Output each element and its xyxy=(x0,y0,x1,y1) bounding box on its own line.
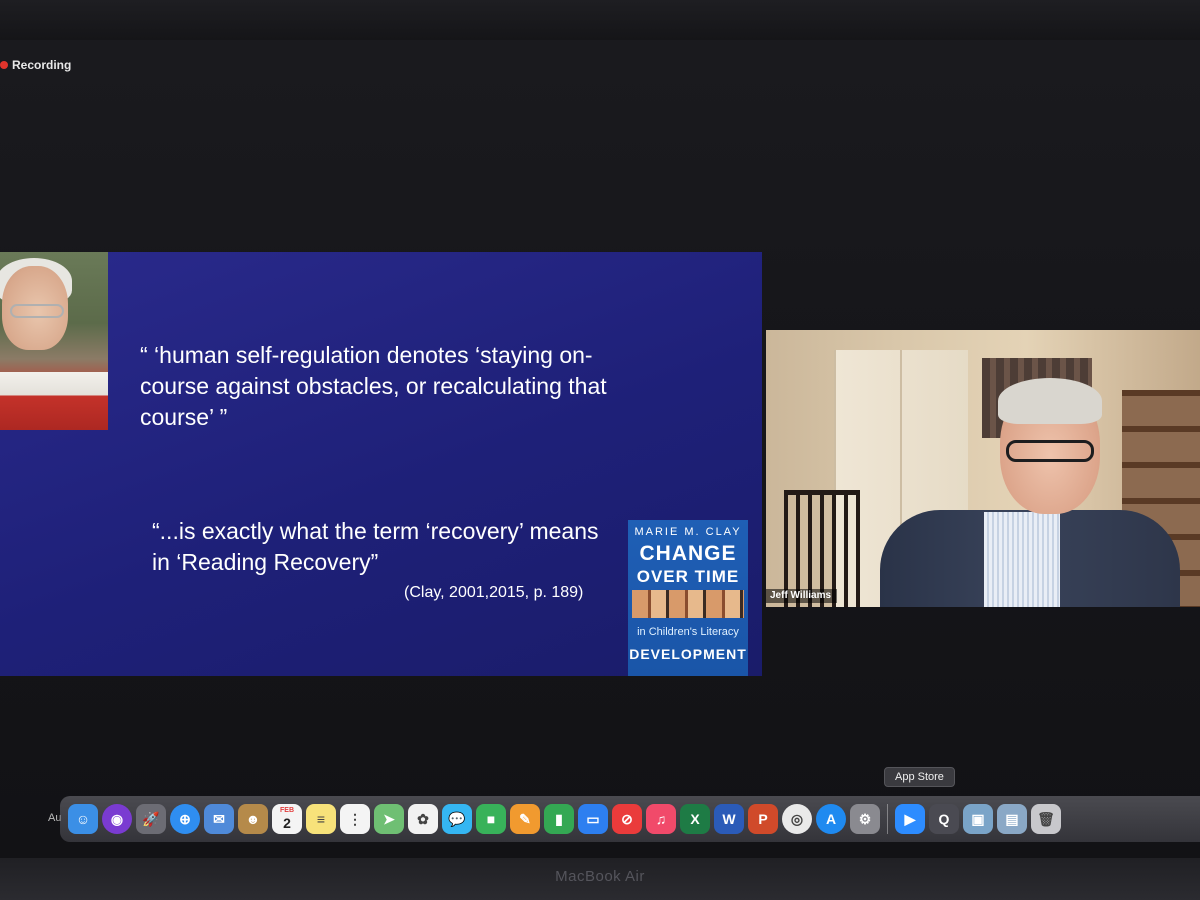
keynote-icon[interactable]: ▭ xyxy=(578,804,608,834)
messages-icon[interactable]: 💬 xyxy=(442,804,472,834)
recording-label: Recording xyxy=(12,58,72,72)
excel-icon[interactable]: X xyxy=(680,804,710,834)
slide-quote-2: “...is exactly what the term ‘recovery’ … xyxy=(152,518,599,575)
powerpoint-icon[interactable]: P xyxy=(748,804,778,834)
calendar-day: 2 xyxy=(283,815,291,831)
photos-icon[interactable]: ✿ xyxy=(408,804,438,834)
numbers-icon[interactable]: ▮ xyxy=(544,804,574,834)
participant-hair xyxy=(998,378,1102,424)
dock-tooltip: App Store xyxy=(884,767,955,787)
book-subtitle: in Children's Literacy xyxy=(637,626,739,638)
dock-separator xyxy=(887,804,888,834)
safari-icon[interactable]: ⊕ xyxy=(170,804,200,834)
recording-indicator[interactable]: Recording xyxy=(0,58,71,72)
reminders-icon[interactable]: ⋮ xyxy=(340,804,370,834)
maps-icon[interactable]: ➤ xyxy=(374,804,404,834)
participant-shirt xyxy=(984,512,1060,607)
facetime-icon[interactable]: ■ xyxy=(476,804,506,834)
participant-video-tile[interactable]: Jeff Williams xyxy=(766,330,1200,607)
notes-icon[interactable]: ≡ xyxy=(306,804,336,834)
calendar-month: FEB xyxy=(280,807,294,814)
chrome-icon[interactable]: ◎ xyxy=(782,804,812,834)
recording-dot-icon xyxy=(0,61,8,69)
bezel-top xyxy=(0,0,1200,44)
trash-icon[interactable]: 🗑 xyxy=(1031,804,1061,834)
author-portrait xyxy=(0,252,108,430)
news-icon[interactable]: ⊘ xyxy=(612,804,642,834)
book-title-line-3: DEVELOPMENT xyxy=(629,646,747,662)
word-icon[interactable]: W xyxy=(714,804,744,834)
slide-citation: (Clay, 2001,2015, p. 189) xyxy=(404,584,584,601)
siri-icon[interactable]: ◉ xyxy=(102,804,132,834)
zoom-icon[interactable]: ▶ xyxy=(895,804,925,834)
music-icon[interactable]: ♫ xyxy=(646,804,676,834)
book-title-line-2: OVER TIME xyxy=(636,567,740,586)
quicktime-icon[interactable]: Q xyxy=(929,804,959,834)
finder-icon[interactable]: ☺ xyxy=(68,804,98,834)
book-title-line-1: CHANGE xyxy=(639,542,737,565)
participant-glasses xyxy=(1006,440,1094,462)
book-photo-strip xyxy=(632,590,744,618)
calendar-icon[interactable]: FEB 2 xyxy=(272,804,302,834)
mail-icon[interactable]: ✉ xyxy=(204,804,234,834)
pages-icon[interactable]: ✎ xyxy=(510,804,540,834)
app-store-icon[interactable]: A xyxy=(816,804,846,834)
preview-icon[interactable]: ▣ xyxy=(963,804,993,834)
launchpad-icon[interactable]: 🚀 xyxy=(136,804,166,834)
dock: ☺ ◉ 🚀 ⊕ ✉ ☻ FEB 2 ≡ ⋮ ➤ ✿ 💬 ■ ✎ ▮ ▭ ⊘ ♫ X W P ◎ A ⚙ ▶ Q ▣ ▤ 🗑 xyxy=(60,796,1200,842)
participant-name-tag: Jeff Williams xyxy=(766,589,838,603)
book-cover: MARIE M. CLAY CHANGE OVER TIME in Childr… xyxy=(628,520,748,676)
system-preferences-icon[interactable]: ⚙ xyxy=(850,804,880,834)
book-author: MARIE M. CLAY xyxy=(634,526,742,538)
slide-quote-1: “ ‘human self-regulation denotes ‘stayin… xyxy=(140,342,607,430)
downloads-folder-icon[interactable]: ▤ xyxy=(997,804,1027,834)
contacts-icon[interactable]: ☻ xyxy=(238,804,268,834)
device-label: MacBook Air xyxy=(555,868,645,885)
